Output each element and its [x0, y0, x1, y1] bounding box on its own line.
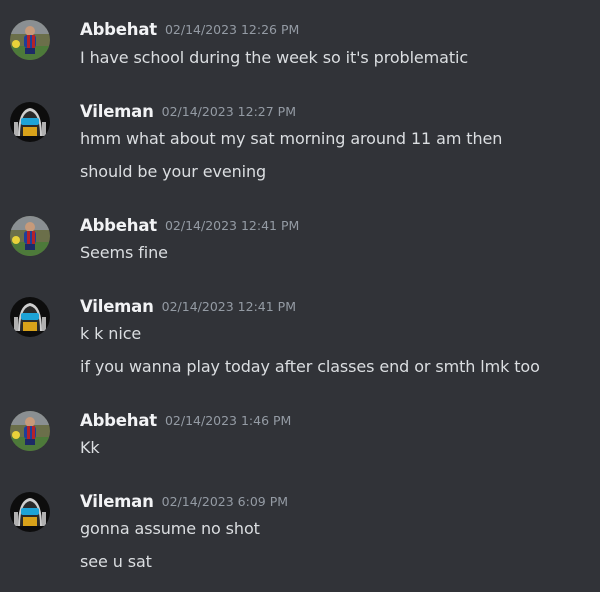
- username[interactable]: Abbehat: [80, 411, 157, 430]
- message-header: Abbehat 02/14/2023 12:26 PM: [80, 20, 299, 42]
- message-text: if you wanna play today after classes en…: [80, 357, 540, 376]
- message-text: should be your evening: [80, 162, 267, 181]
- message-header: Abbehat 02/14/2023 1:46 PM: [80, 411, 291, 433]
- soccer-player-avatar-icon[interactable]: [10, 411, 50, 451]
- robot-helmet-avatar-icon[interactable]: [10, 492, 50, 532]
- username[interactable]: Abbehat: [80, 216, 157, 235]
- message-text: gonna assume no shot: [80, 519, 260, 538]
- username[interactable]: Abbehat: [80, 20, 157, 39]
- username[interactable]: Vileman: [80, 492, 154, 511]
- message-text: k k nice: [80, 324, 142, 343]
- timestamp: 02/14/2023 12:41 PM: [161, 299, 296, 314]
- username[interactable]: Vileman: [80, 297, 154, 316]
- robot-helmet-avatar-icon[interactable]: [10, 297, 50, 337]
- message-text: I have school during the week so it's pr…: [80, 48, 469, 67]
- message-header: Abbehat 02/14/2023 12:41 PM: [80, 216, 299, 238]
- timestamp: 02/14/2023 6:09 PM: [161, 494, 289, 509]
- message-text: Seems fine: [80, 243, 168, 262]
- timestamp: 02/14/2023 12:41 PM: [164, 218, 300, 233]
- soccer-player-avatar-icon[interactable]: [10, 216, 50, 256]
- username[interactable]: Vileman: [80, 102, 154, 121]
- message-text: hmm what about my sat morning around 11 …: [80, 129, 503, 148]
- chat-message-list: Abbehat 02/14/2023 12:26 PM I have school…: [0, 0, 600, 592]
- message-header: Vileman 02/14/2023 12:41 PM: [80, 297, 296, 319]
- message-text: see u sat: [80, 552, 152, 571]
- message-header: Vileman 02/14/2023 6:09 PM: [80, 492, 288, 514]
- timestamp: 02/14/2023 12:26 PM: [164, 22, 300, 37]
- timestamp: 02/14/2023 1:46 PM: [164, 413, 292, 428]
- robot-helmet-avatar-icon[interactable]: [10, 102, 50, 142]
- soccer-player-avatar-icon[interactable]: [10, 20, 50, 60]
- message-header: Vileman 02/14/2023 12:27 PM: [80, 102, 296, 124]
- timestamp: 02/14/2023 12:27 PM: [161, 104, 296, 119]
- message-text: Kk: [80, 438, 100, 457]
